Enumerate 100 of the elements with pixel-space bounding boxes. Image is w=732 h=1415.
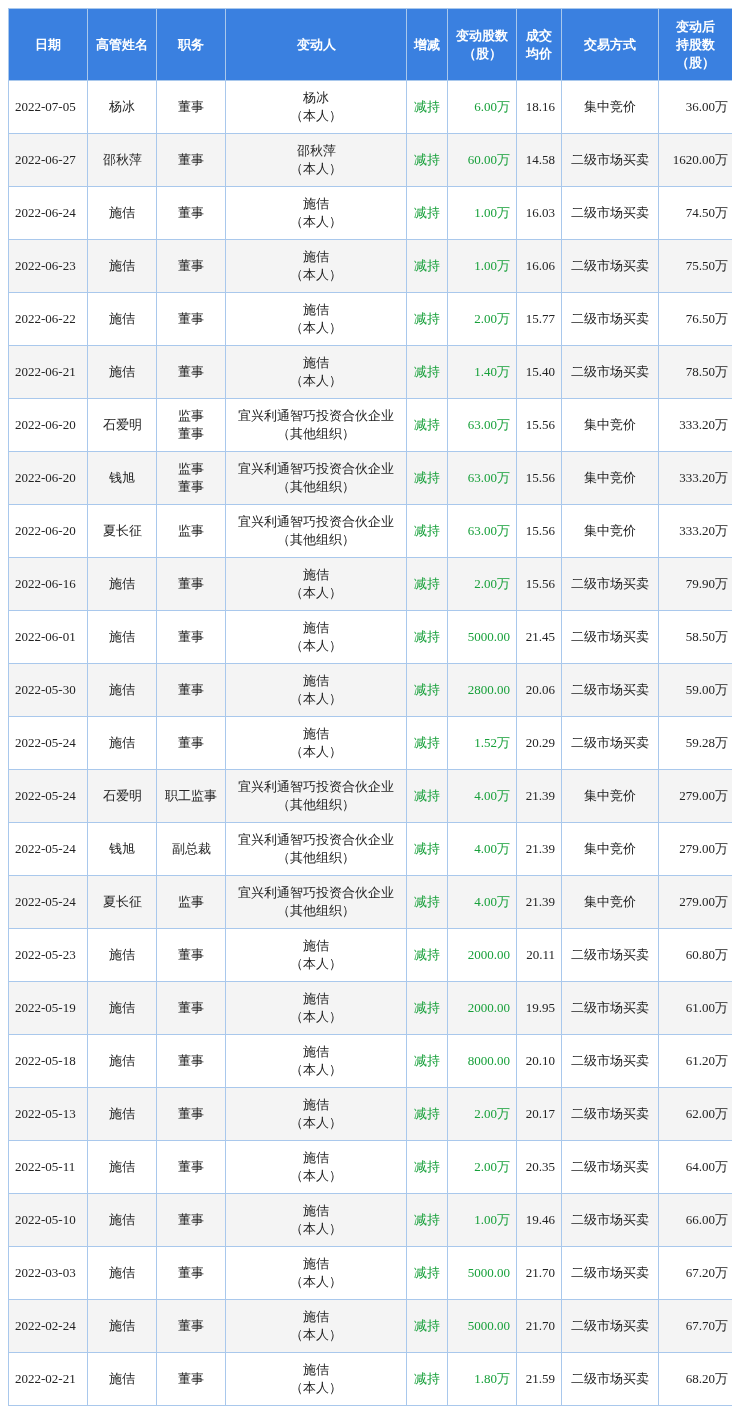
table-cell: 2.00万	[447, 557, 517, 611]
table-cell: 集中竞价	[561, 822, 659, 876]
table-cell: 2022-05-10	[8, 1193, 88, 1247]
table-cell: 减持	[406, 239, 448, 293]
table-cell: 20.29	[516, 716, 562, 770]
table-cell: 二级市场买卖	[561, 1299, 659, 1353]
table-cell: 宜兴利通智巧投资合伙企业 （其他组织）	[225, 875, 407, 929]
table-cell: 监事 董事	[156, 451, 226, 505]
table-cell: 减持	[406, 1034, 448, 1088]
column-header: 成交 均价	[516, 8, 562, 81]
table-cell: 施佶 （本人）	[225, 345, 407, 399]
table-cell: 董事	[156, 663, 226, 717]
table-cell: 董事	[156, 186, 226, 240]
column-header: 高管姓名	[87, 8, 157, 81]
table-cell: 董事	[156, 1087, 226, 1141]
table-cell: 石爱明	[87, 398, 157, 452]
table-cell: 15.56	[516, 451, 562, 505]
table-cell: 施佶 （本人）	[225, 239, 407, 293]
table-cell: 2022-05-24	[8, 822, 88, 876]
table-cell: 宜兴利通智巧投资合伙企业 （其他组织）	[225, 451, 407, 505]
table-cell: 20.11	[516, 928, 562, 982]
table-cell: 宜兴利通智巧投资合伙企业 （其他组织）	[225, 398, 407, 452]
table-cell: 减持	[406, 928, 448, 982]
table-cell: 施佶	[87, 345, 157, 399]
column-header: 增减	[406, 8, 448, 81]
table-cell: 2.00万	[447, 292, 517, 346]
table-cell: 董事	[156, 133, 226, 187]
table-cell: 21.59	[516, 1352, 562, 1406]
table-cell: 二级市场买卖	[561, 716, 659, 770]
table-cell: 施佶	[87, 239, 157, 293]
table-cell: 施佶 （本人）	[225, 186, 407, 240]
table-cell: 钱旭	[87, 451, 157, 505]
table-cell: 二级市场买卖	[561, 663, 659, 717]
table-cell: 二级市场买卖	[561, 1246, 659, 1300]
table-cell: 施佶 （本人）	[225, 1246, 407, 1300]
table-cell: 1.80万	[447, 1352, 517, 1406]
table-cell: 1.00万	[447, 186, 517, 240]
table-cell: 2022-06-20	[8, 451, 88, 505]
table-cell: 1.00万	[447, 1193, 517, 1247]
table-cell: 二级市场买卖	[561, 292, 659, 346]
table-cell: 施佶	[87, 292, 157, 346]
table-cell: 施佶	[87, 1352, 157, 1406]
table-cell: 二级市场买卖	[561, 1140, 659, 1194]
table-cell: 减持	[406, 875, 448, 929]
table-cell: 集中竞价	[561, 769, 659, 823]
table-cell: 21.39	[516, 875, 562, 929]
column-header: 职务	[156, 8, 226, 81]
table-cell: 二级市场买卖	[561, 1034, 659, 1088]
table-cell: 减持	[406, 822, 448, 876]
column-header: 变动人	[225, 8, 407, 81]
table-cell: 副总裁	[156, 822, 226, 876]
table-cell: 15.77	[516, 292, 562, 346]
table-cell: 减持	[406, 981, 448, 1035]
table-cell: 4.00万	[447, 769, 517, 823]
table-cell: 63.00万	[447, 451, 517, 505]
table-cell: 2022-05-13	[8, 1087, 88, 1141]
table-cell: 施佶	[87, 1193, 157, 1247]
table-cell: 2022-05-11	[8, 1140, 88, 1194]
table-cell: 二级市场买卖	[561, 1352, 659, 1406]
table-cell: 减持	[406, 557, 448, 611]
table-cell: 2022-06-27	[8, 133, 88, 187]
table-cell: 施佶 （本人）	[225, 1034, 407, 1088]
table-cell: 2022-06-24	[8, 186, 88, 240]
table-cell: 5000.00	[447, 610, 517, 664]
table-cell: 63.00万	[447, 504, 517, 558]
table-cell: 董事	[156, 239, 226, 293]
table-cell: 2000.00	[447, 981, 517, 1035]
table-cell: 施佶 （本人）	[225, 1087, 407, 1141]
table-cell: 施佶	[87, 663, 157, 717]
table-cell: 14.58	[516, 133, 562, 187]
table-cell: 宜兴利通智巧投资合伙企业 （其他组织）	[225, 504, 407, 558]
table-cell: 施佶 （本人）	[225, 292, 407, 346]
table-cell: 63.00万	[447, 398, 517, 452]
table-cell: 二级市场买卖	[561, 928, 659, 982]
table-cell: 董事	[156, 610, 226, 664]
table-cell: 减持	[406, 504, 448, 558]
table-cell: 2022-06-22	[8, 292, 88, 346]
table-cell: 监事	[156, 504, 226, 558]
table-cell: 夏长征	[87, 504, 157, 558]
table-cell: 2.00万	[447, 1140, 517, 1194]
table-cell: 施佶	[87, 928, 157, 982]
table-cell: 15.56	[516, 504, 562, 558]
table-cell: 5000.00	[447, 1246, 517, 1300]
table-cell: 减持	[406, 80, 448, 134]
table-cell: 21.70	[516, 1299, 562, 1353]
table-cell: 2022-05-24	[8, 716, 88, 770]
table-cell: 董事	[156, 1246, 226, 1300]
table-cell: 减持	[406, 451, 448, 505]
table-cell: 21.45	[516, 610, 562, 664]
table-cell: 减持	[406, 345, 448, 399]
table-cell: 60.00万	[447, 133, 517, 187]
table-cell: 夏长征	[87, 875, 157, 929]
table-cell: 15.40	[516, 345, 562, 399]
table-cell: 20.35	[516, 1140, 562, 1194]
table-cell: 二级市场买卖	[561, 345, 659, 399]
table-cell: 减持	[406, 610, 448, 664]
table-cell: 二级市场买卖	[561, 557, 659, 611]
table-cell: 董事	[156, 1140, 226, 1194]
table-cell: 董事	[156, 1193, 226, 1247]
table-cell: 减持	[406, 133, 448, 187]
